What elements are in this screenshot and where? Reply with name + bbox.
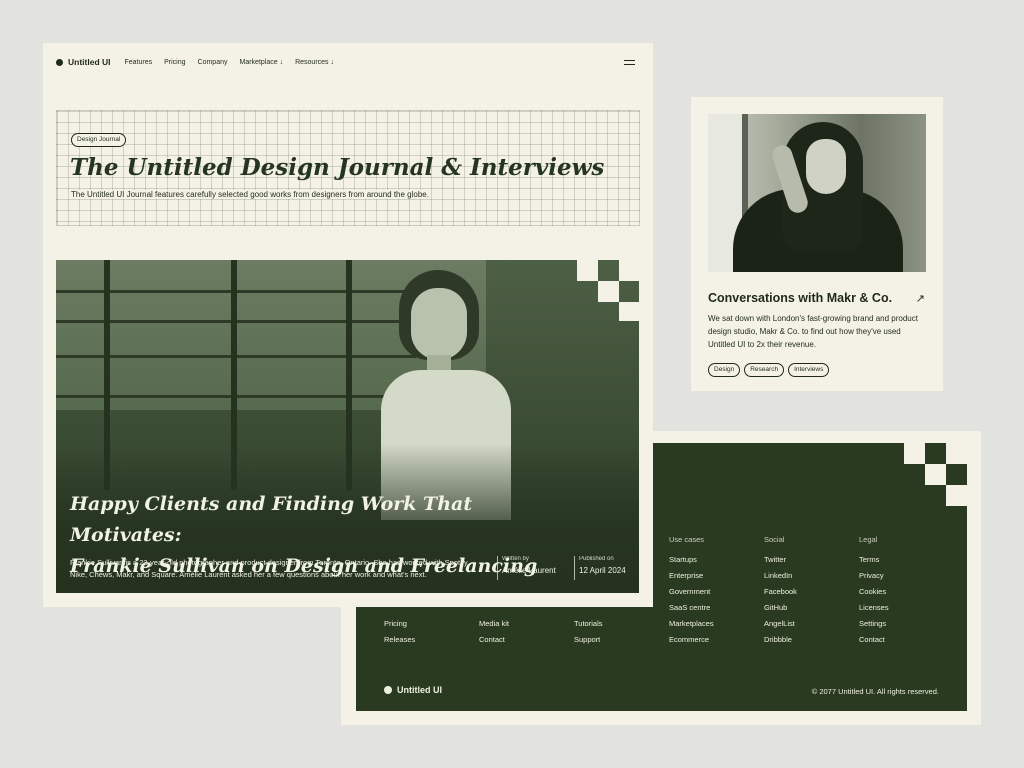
footer-link[interactable]: Media kit [479, 619, 509, 635]
journal-card: Untitled UI Features Pricing Company Mar… [43, 43, 653, 607]
author-name[interactable]: Amélie Laurent [502, 566, 556, 575]
footer-link[interactable]: Releases [384, 635, 415, 651]
tag-design[interactable]: Design [708, 363, 741, 377]
pixel-block [619, 302, 639, 321]
footer-link[interactable]: Ecommerce [669, 635, 714, 651]
published-on-label: Published on [579, 556, 614, 562]
footer-link[interactable]: Cookies [859, 587, 889, 603]
arrow-up-right-icon[interactable]: ↗ [916, 292, 925, 305]
footer-link[interactable]: Terms [859, 555, 889, 571]
interview-photo [708, 114, 926, 272]
featured-article[interactable]: Happy Clients and Finding Work That Moti… [56, 260, 639, 593]
pixel-block [598, 281, 619, 302]
page-title: The Untitled Design Journal & Interviews [70, 154, 605, 181]
footer-column-title: Use cases [669, 535, 705, 544]
nav-brand-name: Untitled UI [68, 57, 111, 67]
brand-logo-icon [56, 58, 63, 66]
footer-copyright: © 2077 Untitled UI. All rights reserved. [811, 687, 939, 696]
pixel-block [946, 485, 967, 506]
pixel-block [619, 260, 639, 281]
interview-description: We sat down with London's fast-growing b… [708, 314, 918, 349]
interview-title[interactable]: Conversations with Makr & Co. [708, 291, 892, 305]
author-meta: Written by Amélie Laurent [497, 556, 556, 580]
tag-interviews[interactable]: Interviews [788, 363, 830, 377]
pixel-block [946, 443, 967, 464]
footer-column: Legal Terms Privacy Cookies Licenses Settings… [859, 535, 889, 651]
publish-date: 12 April 2024 [579, 566, 626, 575]
footer-link[interactable]: LinkedIn [764, 571, 797, 587]
pixel-block [925, 464, 946, 485]
footer-link[interactable]: Support [574, 635, 602, 651]
footer-link[interactable]: Marketplaces [669, 619, 714, 635]
footer-link[interactable]: Government [669, 587, 714, 603]
featured-article-description: Frankie Sullivan is a 23-year-old photog… [70, 558, 470, 579]
footer-brand-name: Untitled UI [397, 685, 442, 695]
footer-column: Social Twitter LinkedIn Facebook GitHub Angel… [764, 535, 797, 651]
page-subtitle: The Untitled UI Journal features careful… [71, 190, 429, 199]
footer-link[interactable]: Twitter [764, 555, 797, 571]
footer-link[interactable]: Facebook [764, 587, 797, 603]
nav-link-pricing[interactable]: Pricing [164, 59, 185, 66]
footer-link[interactable]: Privacy [859, 571, 889, 587]
footer-column-title: Social [764, 535, 785, 544]
nav-logo[interactable]: Untitled UI [56, 57, 111, 67]
pixel-block [904, 443, 925, 464]
footer-link[interactable]: Contact [479, 635, 509, 651]
footer-link[interactable]: Pricing [384, 619, 415, 635]
footer-link[interactable]: Tutorials [574, 619, 602, 635]
nav-link-company[interactable]: Company [198, 59, 228, 66]
footer-column: Use cases Startups Enterprise Government Saa… [669, 535, 714, 651]
footer-link[interactable]: Startups [669, 555, 714, 571]
footer-link[interactable]: Enterprise [669, 571, 714, 587]
hamburger-menu-icon[interactable] [624, 59, 635, 65]
footer-brand[interactable]: Untitled UI [384, 685, 442, 695]
interview-tags: Design Research Interviews [708, 363, 830, 377]
pixel-block [577, 260, 598, 281]
interview-card[interactable]: Conversations with Makr & Co. ↗ We sat d… [691, 97, 943, 391]
tag-research[interactable]: Research [744, 363, 785, 377]
nav-link-marketplace[interactable]: Marketplace ↓ [240, 59, 284, 66]
footer-link[interactable]: Settings [859, 619, 889, 635]
date-meta: Published on 12 April 2024 [574, 556, 626, 580]
design-journal-badge[interactable]: Design Journal [71, 133, 127, 147]
featured-title-line-1: Happy Clients and Finding Work That Moti… [70, 493, 473, 546]
nav-link-features[interactable]: Features [125, 59, 153, 66]
footer-link[interactable]: SaaS centre [669, 603, 714, 619]
top-navigation: Untitled UI Features Pricing Company Mar… [56, 55, 635, 69]
brand-logo-icon [384, 686, 392, 694]
nav-link-resources[interactable]: Resources ↓ [295, 59, 334, 66]
footer-column-title: Legal [859, 535, 878, 544]
footer-link[interactable]: Contact [859, 635, 889, 651]
hero-grid-section: Design Journal The Untitled Design Journ… [56, 110, 640, 226]
footer-link[interactable]: AngelList [764, 619, 797, 635]
footer-link[interactable]: Licenses [859, 603, 889, 619]
footer-link[interactable]: Dribbble [764, 635, 797, 651]
written-by-label: Written by [502, 556, 529, 562]
footer-link[interactable]: GitHub [764, 603, 797, 619]
